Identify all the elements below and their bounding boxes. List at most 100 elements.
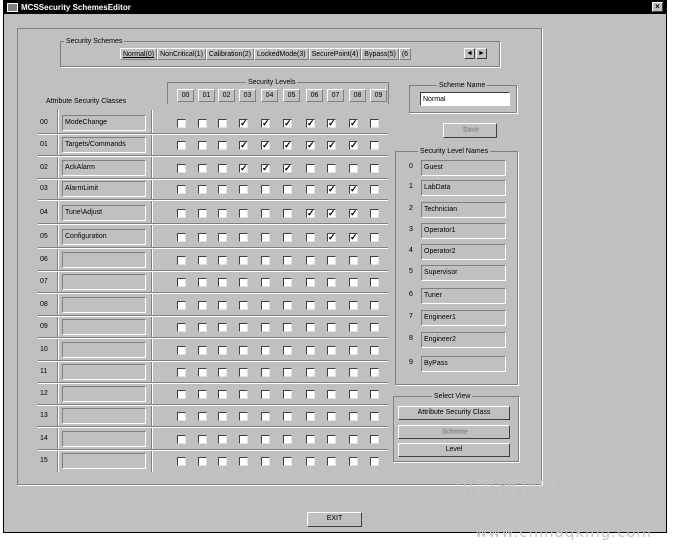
security-checkbox[interactable] [283,278,292,287]
security-checkbox[interactable] [177,457,186,466]
security-checkbox[interactable] [261,278,270,287]
security-checkbox[interactable] [198,368,207,377]
scheme-tab[interactable]: Bypass(5) [361,48,399,60]
security-checkbox[interactable] [198,209,207,218]
security-checkbox[interactable] [239,323,248,332]
security-checkbox[interactable] [261,141,270,150]
security-checkbox[interactable] [239,233,248,242]
security-checkbox[interactable] [239,457,248,466]
security-checkbox[interactable] [261,457,270,466]
security-checkbox[interactable] [177,435,186,444]
security-checkbox[interactable] [218,435,227,444]
security-checkbox[interactable] [261,323,270,332]
security-checkbox[interactable] [177,301,186,310]
security-checkbox[interactable] [261,390,270,399]
security-checkbox[interactable] [283,368,292,377]
save-button[interactable]: Save [443,123,497,138]
security-checkbox[interactable] [370,301,379,310]
security-checkbox[interactable] [327,368,336,377]
security-checkbox[interactable] [218,390,227,399]
security-checkbox[interactable] [327,141,336,150]
security-checkbox[interactable] [306,185,315,194]
security-checkbox[interactable] [306,278,315,287]
level-name-field[interactable]: Engineer1 [421,310,506,326]
level-header[interactable]: 05 [283,89,300,102]
security-checkbox[interactable] [239,185,248,194]
security-checkbox[interactable] [306,164,315,173]
security-checkbox[interactable] [370,435,379,444]
security-checkbox[interactable] [198,278,207,287]
scheme-name-input[interactable] [420,92,510,106]
security-checkbox[interactable] [261,412,270,421]
security-checkbox[interactable] [306,209,315,218]
security-checkbox[interactable] [218,346,227,355]
security-checkbox[interactable] [370,457,379,466]
security-checkbox[interactable] [283,209,292,218]
security-checkbox[interactable] [327,185,336,194]
security-checkbox[interactable] [218,412,227,421]
security-checkbox[interactable] [239,390,248,399]
security-checkbox[interactable] [177,164,186,173]
level-header[interactable]: 01 [198,89,215,102]
security-checkbox[interactable] [349,233,358,242]
security-checkbox[interactable] [261,435,270,444]
security-checkbox[interactable] [198,256,207,265]
security-checkbox[interactable] [239,435,248,444]
security-checkbox[interactable] [327,256,336,265]
security-checkbox[interactable] [239,278,248,287]
security-checkbox[interactable] [261,164,270,173]
security-checkbox[interactable] [349,141,358,150]
security-checkbox[interactable] [239,301,248,310]
security-checkbox[interactable] [349,435,358,444]
security-checkbox[interactable] [370,390,379,399]
security-checkbox[interactable] [370,323,379,332]
security-checkbox[interactable] [239,209,248,218]
exit-button[interactable]: EXIT [307,512,362,527]
security-checkbox[interactable] [327,323,336,332]
security-checkbox[interactable] [306,457,315,466]
security-checkbox[interactable] [218,368,227,377]
scheme-tab[interactable]: (6 [398,48,412,60]
security-checkbox[interactable] [349,164,358,173]
security-checkbox[interactable] [261,119,270,128]
scheme-tab[interactable]: SecurePoint(4) [308,48,362,60]
security-checkbox[interactable] [327,164,336,173]
security-checkbox[interactable] [306,435,315,444]
security-checkbox[interactable] [349,412,358,421]
security-checkbox[interactable] [261,233,270,242]
security-checkbox[interactable] [283,164,292,173]
security-checkbox[interactable] [327,233,336,242]
level-name-field[interactable]: ByPass [421,356,506,372]
security-checkbox[interactable] [349,119,358,128]
security-checkbox[interactable] [239,368,248,377]
security-checkbox[interactable] [198,390,207,399]
security-checkbox[interactable] [261,346,270,355]
security-checkbox[interactable] [218,185,227,194]
class-name-field[interactable] [62,319,146,335]
security-checkbox[interactable] [283,390,292,399]
security-checkbox[interactable] [283,301,292,310]
security-checkbox[interactable] [218,301,227,310]
security-checkbox[interactable] [370,278,379,287]
security-checkbox[interactable] [283,256,292,265]
security-checkbox[interactable] [198,435,207,444]
security-checkbox[interactable] [177,209,186,218]
level-name-field[interactable]: LabData [421,180,506,196]
class-name-field[interactable] [62,297,146,313]
view-scheme-button[interactable]: Scheme [398,425,510,439]
security-checkbox[interactable] [283,141,292,150]
level-header[interactable]: 02 [218,89,235,102]
security-checkbox[interactable] [198,233,207,242]
scheme-tab[interactable]: LockedMode(3) [253,48,309,60]
security-checkbox[interactable] [261,368,270,377]
security-checkbox[interactable] [177,323,186,332]
class-name-field[interactable] [62,252,146,268]
security-checkbox[interactable] [306,233,315,242]
security-checkbox[interactable] [198,323,207,332]
security-checkbox[interactable] [177,233,186,242]
security-checkbox[interactable] [327,301,336,310]
level-header[interactable]: 08 [349,89,366,102]
level-header[interactable]: 03 [239,89,256,102]
class-name-field[interactable] [62,431,146,447]
security-checkbox[interactable] [198,185,207,194]
